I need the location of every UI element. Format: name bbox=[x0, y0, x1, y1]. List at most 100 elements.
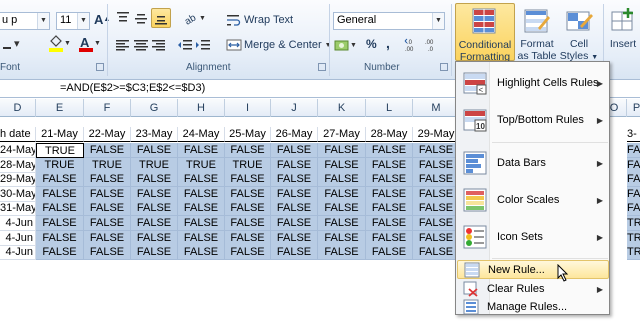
comma-style-button[interactable]: , bbox=[386, 35, 390, 51]
decrease-decimal-button[interactable]: .00.0 bbox=[424, 37, 440, 53]
table-cell[interactable]: FALSE bbox=[84, 143, 131, 158]
table-cell[interactable]: FALSE bbox=[225, 186, 271, 202]
table-cell[interactable]: FALSE bbox=[318, 230, 366, 246]
table-cell[interactable]: FA bbox=[627, 143, 640, 158]
table-cell[interactable]: FALSE bbox=[366, 245, 413, 261]
table-cell[interactable]: FALSE bbox=[271, 172, 318, 188]
table-cell[interactable]: FALSE bbox=[36, 245, 84, 261]
table-cell[interactable]: FALSE bbox=[131, 172, 178, 188]
date-cell[interactable]: 30-May bbox=[0, 186, 36, 202]
table-cell[interactable]: FALSE bbox=[366, 143, 413, 158]
table-cell[interactable]: FALSE bbox=[271, 216, 318, 231]
align-right-button[interactable] bbox=[151, 37, 167, 53]
italic-button[interactable] bbox=[2, 37, 12, 53]
table-cell[interactable]: FALSE bbox=[36, 186, 84, 202]
date-cell[interactable]: 29-May bbox=[0, 172, 36, 188]
date-cell[interactable]: 24-May bbox=[0, 143, 36, 158]
table-cell[interactable]: FALSE bbox=[225, 143, 271, 158]
table-cell[interactable]: FALSE bbox=[131, 143, 178, 158]
font-size-combo[interactable]: 11 ▼ bbox=[56, 12, 90, 30]
number-dialog-launcher[interactable] bbox=[440, 63, 448, 71]
table-cell[interactable]: FALSE bbox=[413, 186, 460, 202]
table-cell[interactable]: TRUE bbox=[84, 157, 131, 173]
table-cell[interactable]: FALSE bbox=[318, 216, 366, 231]
table-cell[interactable]: FALSE bbox=[413, 157, 460, 173]
table-cell[interactable]: TR bbox=[627, 216, 640, 231]
table-cell[interactable]: FALSE bbox=[84, 172, 131, 188]
table-cell[interactable]: FALSE bbox=[366, 186, 413, 202]
table-cell[interactable]: FALSE bbox=[178, 245, 225, 261]
table-cell[interactable]: FALSE bbox=[271, 157, 318, 173]
chevron-down-icon[interactable]: ▼ bbox=[77, 13, 89, 29]
table-cell[interactable]: FALSE bbox=[318, 186, 366, 202]
table-cell[interactable]: FALSE bbox=[36, 230, 84, 246]
font-color-button[interactable]: A ▼ bbox=[78, 35, 101, 52]
table-cell[interactable]: FALSE bbox=[413, 216, 460, 231]
header-cell[interactable]: 25-May bbox=[225, 127, 271, 142]
align-top-button[interactable] bbox=[115, 10, 131, 26]
table-cell[interactable]: TRUE bbox=[131, 157, 178, 173]
menu-item-data-bars[interactable]: Data Bars ▶ bbox=[457, 146, 609, 180]
table-cell[interactable]: TRUE bbox=[225, 157, 271, 173]
table-cell[interactable]: FALSE bbox=[131, 186, 178, 202]
column-header-f[interactable]: F bbox=[84, 99, 131, 117]
orientation-button[interactable]: ab ▼ bbox=[183, 10, 206, 27]
header-cell[interactable]: 26-May bbox=[271, 127, 318, 142]
chevron-down-icon[interactable]: ▼ bbox=[432, 13, 444, 29]
table-cell[interactable]: FALSE bbox=[413, 143, 460, 158]
table-cell[interactable]: FALSE bbox=[36, 216, 84, 231]
table-cell[interactable]: FALSE bbox=[271, 230, 318, 246]
column-header-g[interactable]: G bbox=[131, 99, 178, 117]
table-cell[interactable]: FALSE bbox=[84, 245, 131, 261]
percent-style-button[interactable]: % bbox=[366, 37, 377, 51]
table-cell[interactable]: FALSE bbox=[84, 216, 131, 231]
header-cell[interactable]: h date bbox=[0, 127, 36, 142]
table-cell[interactable]: FALSE bbox=[131, 201, 178, 217]
date-cell[interactable]: 4-Jun bbox=[0, 216, 36, 231]
table-cell[interactable]: FALSE bbox=[318, 143, 366, 158]
table-cell[interactable]: FA bbox=[627, 201, 640, 217]
table-cell[interactable]: FALSE bbox=[366, 216, 413, 231]
column-header-d[interactable]: D bbox=[0, 99, 36, 117]
table-cell[interactable]: FALSE bbox=[36, 201, 84, 217]
table-cell[interactable]: FALSE bbox=[413, 245, 460, 261]
date-cell[interactable]: 28-May bbox=[0, 157, 36, 173]
align-left-button[interactable] bbox=[115, 37, 131, 53]
accounting-format-button[interactable]: ▼ bbox=[334, 37, 357, 53]
font-name-combo[interactable]: u p ▼ bbox=[0, 12, 50, 30]
table-cell[interactable]: TRUE bbox=[36, 157, 84, 173]
table-cell[interactable]: FALSE bbox=[318, 245, 366, 261]
cell-styles-button[interactable]: Cell Styles ▼ bbox=[559, 3, 599, 64]
table-cell[interactable]: FALSE bbox=[178, 172, 225, 188]
column-header-k[interactable]: K bbox=[318, 99, 366, 117]
column-header-l[interactable]: L bbox=[366, 99, 413, 117]
align-middle-button[interactable] bbox=[133, 10, 149, 26]
table-cell[interactable]: FALSE bbox=[271, 143, 318, 158]
header-cell[interactable]: 29-May bbox=[413, 127, 460, 142]
table-cell[interactable]: FALSE bbox=[225, 172, 271, 188]
date-cell[interactable]: 4-Jun bbox=[0, 230, 36, 246]
align-center-button[interactable] bbox=[133, 37, 149, 53]
column-header-p[interactable]: P bbox=[627, 99, 640, 117]
header-cell[interactable]: 28-May bbox=[366, 127, 413, 142]
table-cell[interactable]: FALSE bbox=[271, 186, 318, 202]
table-cell[interactable]: FALSE bbox=[84, 230, 131, 246]
table-cell[interactable]: FALSE bbox=[84, 186, 131, 202]
header-cell[interactable]: 3- bbox=[627, 127, 640, 142]
header-cell[interactable]: 24-May bbox=[178, 127, 225, 142]
column-header-e[interactable]: E bbox=[36, 99, 84, 117]
menu-item-highlight-cells-rules[interactable]: < Highlight Cells Rules ▶ bbox=[457, 68, 609, 98]
chevron-down-icon[interactable]: ▼ bbox=[37, 13, 49, 29]
table-cell[interactable]: FA bbox=[627, 172, 640, 188]
table-cell[interactable]: FALSE bbox=[413, 172, 460, 188]
table-cell[interactable]: FALSE bbox=[178, 186, 225, 202]
table-cell[interactable]: FALSE bbox=[366, 172, 413, 188]
increase-indent-button[interactable] bbox=[195, 37, 211, 53]
column-header-j[interactable]: J bbox=[271, 99, 318, 117]
header-cell[interactable]: 22-May bbox=[84, 127, 131, 142]
wrap-text-button[interactable]: Wrap Text bbox=[226, 12, 293, 28]
borders-button[interactable]: ▾ bbox=[14, 37, 20, 50]
insert-button[interactable]: Insert bbox=[606, 3, 640, 50]
active-cell[interactable]: TRUE bbox=[36, 143, 84, 158]
header-cell[interactable]: 27-May bbox=[318, 127, 366, 142]
